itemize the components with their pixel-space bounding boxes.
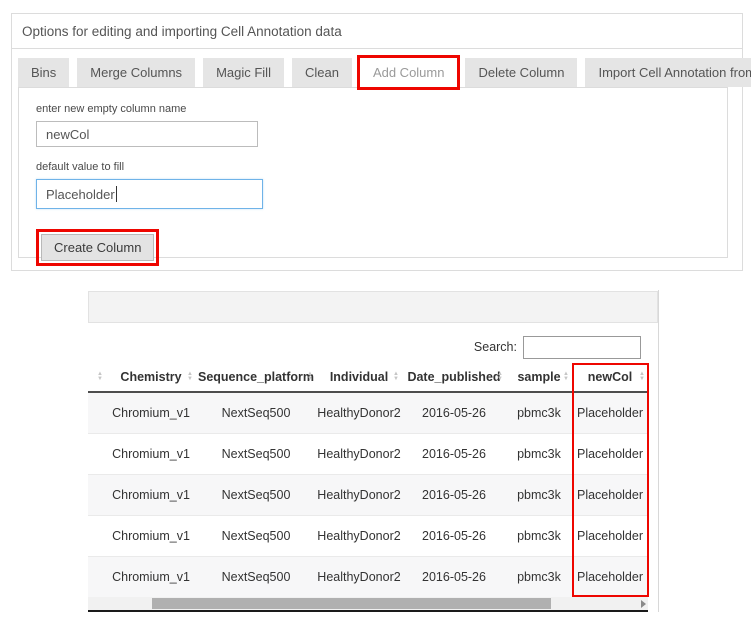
table-cell <box>88 433 106 474</box>
table-cell <box>88 474 106 515</box>
column-header-individual[interactable]: Individual ▲▼ <box>316 362 402 392</box>
table-row: Chromium_v1NextSeq500HealthyDonor22016-0… <box>88 392 648 433</box>
table-cell: 2016-05-26 <box>402 515 506 556</box>
tab-bar: Bins Merge Columns Magic Fill Clean Add Colu… <box>18 58 728 87</box>
table-bottom-border <box>88 610 648 612</box>
table-cell: NextSeq500 <box>196 392 316 433</box>
column-label: Sequence_platform <box>198 370 314 384</box>
horizontal-scrollbar[interactable] <box>88 597 648 610</box>
table-cell: Chromium_v1 <box>106 556 196 597</box>
table-cell: 2016-05-26 <box>402 474 506 515</box>
default-value-field <box>36 179 263 209</box>
column-header-chemistry[interactable]: Chemistry ▲▼ <box>106 362 196 392</box>
column-label: sample <box>517 370 560 384</box>
sort-icon: ▲▼ <box>497 372 503 382</box>
sort-icon: ▲▼ <box>563 372 569 382</box>
table-cell: 2016-05-26 <box>402 556 506 597</box>
scroll-right-arrow-icon[interactable] <box>641 600 646 608</box>
add-column-tab-panel: enter new empty column name default valu… <box>18 87 728 258</box>
create-column-highlight: Create Column <box>36 229 159 266</box>
table-cell: pbmc3k <box>506 556 572 597</box>
column-header-sample[interactable]: sample▲▼ <box>506 362 572 392</box>
new-column-name-label: enter new empty column name <box>36 103 727 115</box>
table-row: Chromium_v1NextSeq500HealthyDonor22016-0… <box>88 433 648 474</box>
tab-bins[interactable]: Bins <box>18 58 69 87</box>
table-cell: Chromium_v1 <box>106 515 196 556</box>
table-cell: Placeholder <box>572 515 648 556</box>
annotation-table-panel: Search: ▲▼Chemistry▲▼Sequence_platform▲▼… <box>88 290 659 612</box>
sort-icon: ▲▼ <box>187 372 193 382</box>
table-cell: pbmc3k <box>506 433 572 474</box>
table-cell: 2016-05-26 <box>402 433 506 474</box>
table-cell: NextSeq500 <box>196 474 316 515</box>
table-cell: Placeholder <box>572 433 648 474</box>
table-cell: Placeholder <box>572 392 648 433</box>
column-header-date-published[interactable]: Date_published▲▼ <box>402 362 506 392</box>
create-column-button[interactable]: Create Column <box>41 234 154 261</box>
column-header-newcol[interactable]: newCol ▲▼ <box>572 362 648 392</box>
table-row: Chromium_v1NextSeq500HealthyDonor22016-0… <box>88 556 648 597</box>
options-panel: Options for editing and importing Cell A… <box>11 13 743 271</box>
table-cell: Chromium_v1 <box>106 433 196 474</box>
table-cell: pbmc3k <box>506 515 572 556</box>
table-cell: pbmc3k <box>506 392 572 433</box>
table-row: Chromium_v1NextSeq500HealthyDonor22016-0… <box>88 474 648 515</box>
table-cell: NextSeq500 <box>196 556 316 597</box>
text-cursor <box>116 186 117 202</box>
table-cell: HealthyDonor2 <box>316 474 402 515</box>
table-cell: NextSeq500 <box>196 515 316 556</box>
panel-body: Bins Merge Columns Magic Fill Clean Add Colu… <box>12 49 742 270</box>
tab-clean[interactable]: Clean <box>292 58 352 87</box>
table-cell: Placeholder <box>572 556 648 597</box>
table-cell: HealthyDonor2 <box>316 556 402 597</box>
table-cell: HealthyDonor2 <box>316 433 402 474</box>
table-cell: Placeholder <box>572 474 648 515</box>
table-cell: NextSeq500 <box>196 433 316 474</box>
column-label: Individual <box>330 370 388 384</box>
sort-icon: ▲▼ <box>393 372 399 382</box>
new-column-name-input[interactable] <box>36 121 258 147</box>
search-input[interactable] <box>523 336 641 359</box>
table-cell: 2016-05-26 <box>402 392 506 433</box>
sort-icon: ▲▼ <box>639 372 645 382</box>
tab-add-column[interactable]: Add Column <box>360 58 458 87</box>
table-body: Chromium_v1NextSeq500HealthyDonor22016-0… <box>88 392 648 597</box>
table-cell <box>88 556 106 597</box>
sort-icon: ▲▼ <box>307 372 313 382</box>
table-row: Chromium_v1NextSeq500HealthyDonor22016-0… <box>88 515 648 556</box>
table-cell: Chromium_v1 <box>106 474 196 515</box>
column-label: newCol <box>588 370 632 384</box>
column-label: Date_published <box>407 370 500 384</box>
scrollbar-thumb[interactable] <box>152 598 551 609</box>
sort-icon: ▲▼ <box>97 372 103 382</box>
tab-merge-columns[interactable]: Merge Columns <box>77 58 195 87</box>
default-value-input[interactable] <box>36 179 263 209</box>
search-label: Search: <box>474 340 517 354</box>
table-toolbar <box>88 291 658 323</box>
table-cell: pbmc3k <box>506 474 572 515</box>
default-value-label: default value to fill <box>36 161 727 173</box>
tab-delete-column[interactable]: Delete Column <box>465 58 577 87</box>
tab-magic-fill[interactable]: Magic Fill <box>203 58 284 87</box>
panel-title: Options for editing and importing Cell A… <box>12 14 742 49</box>
table-header: ▲▼Chemistry▲▼Sequence_platform▲▼Individu… <box>88 362 648 392</box>
table-cell: Chromium_v1 <box>106 392 196 433</box>
table-cell <box>88 515 106 556</box>
search-row: Search: <box>88 332 658 362</box>
table-cell: HealthyDonor2 <box>316 392 402 433</box>
column-header-sequence-platform[interactable]: Sequence_platform▲▼ <box>196 362 316 392</box>
tab-import-cell-annotation-from-file[interactable]: Import Cell Annotation from File <box>585 58 751 87</box>
annotation-table: ▲▼Chemistry▲▼Sequence_platform▲▼Individu… <box>88 362 648 597</box>
column-header-stub[interactable]: ▲▼ <box>88 362 106 392</box>
table-cell: HealthyDonor2 <box>316 515 402 556</box>
column-label: Chemistry <box>120 370 181 384</box>
table-cell <box>88 392 106 433</box>
